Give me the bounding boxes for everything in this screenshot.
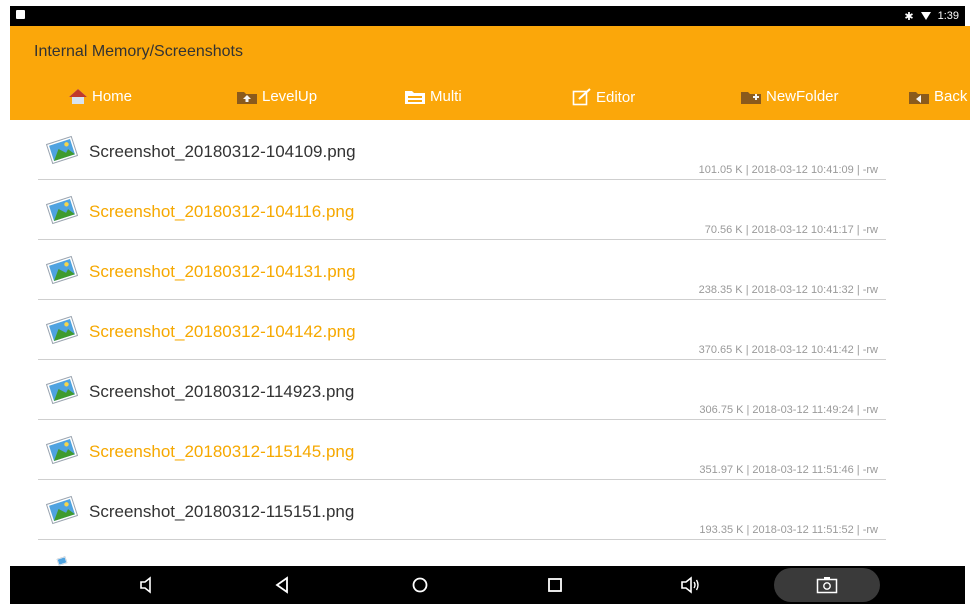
- editor-button[interactable]: Editor: [572, 88, 635, 106]
- levelup-button[interactable]: LevelUp: [236, 88, 317, 105]
- file-row[interactable]: Screenshot_20180312-115145.png 351.97 K …: [38, 420, 886, 480]
- volume-down-icon: [140, 576, 151, 594]
- file-meta: 193.35 K | 2018-03-12 11:51:52 | -rw: [699, 524, 878, 536]
- home-nav-button[interactable]: [410, 575, 430, 595]
- levelup-label: LevelUp: [262, 88, 318, 105]
- image-file-icon: [46, 255, 78, 285]
- file-meta: 370.65 K | 2018-03-12 10:41:42 | -rw: [698, 344, 878, 356]
- screenshot-icon: [816, 577, 838, 594]
- file-name: Screenshot_20180312-104116.png: [89, 202, 355, 221]
- back-icon: [275, 576, 288, 594]
- file-meta: 351.97 K | 2018-03-12 11:51:46 | -rw: [699, 464, 878, 476]
- app-header: Internal Memory/Screenshots Home LevelUp…: [10, 26, 970, 120]
- home-button[interactable]: Home: [68, 88, 132, 105]
- home-label: Home: [92, 88, 133, 105]
- back-nav-button[interactable]: [272, 575, 292, 595]
- image-file-icon: [46, 375, 78, 405]
- file-list: Screenshot_20180312-104109.png 101.05 K …: [38, 120, 886, 566]
- volume-up-button[interactable]: [680, 575, 700, 595]
- clock: 1:39: [937, 10, 959, 22]
- file-name: Screenshot_20180312-115145.png: [89, 442, 355, 461]
- file-name: Screenshot_20180312-104131.png: [89, 262, 356, 281]
- status-indicators: ✱ 1:39: [904, 10, 959, 23]
- navigation-bar: [10, 566, 965, 604]
- image-notification-icon: [16, 10, 25, 19]
- image-file-icon: [46, 495, 78, 525]
- image-file-icon: [46, 135, 78, 165]
- file-meta: 306.75 K | 2018-03-12 11:49:24 | -rw: [699, 404, 878, 416]
- home-circle-icon: [412, 577, 428, 593]
- status-bar: ✱ 1:39: [10, 6, 965, 26]
- toolbar: Home LevelUp Multi Editor NewFolder Back: [10, 88, 970, 112]
- file-row-partial[interactable]: [38, 540, 886, 566]
- multi-select-icon: [405, 90, 425, 104]
- image-file-icon: [46, 195, 78, 225]
- image-file-icon: [56, 556, 68, 566]
- volume-down-button[interactable]: [138, 575, 158, 595]
- file-meta: 70.56 K | 2018-03-12 10:41:17 | -rw: [704, 224, 878, 236]
- folder-up-icon: [237, 91, 257, 104]
- editor-label: Editor: [596, 88, 636, 106]
- new-folder-icon: [741, 91, 761, 104]
- recents-nav-button[interactable]: [545, 575, 565, 595]
- file-row[interactable]: Screenshot_20180312-104109.png 101.05 K …: [38, 120, 886, 180]
- file-meta: 101.05 K | 2018-03-12 10:41:09 | -rw: [698, 164, 878, 176]
- folder-back-icon: [909, 91, 929, 104]
- bluetooth-icon: ✱: [904, 10, 914, 23]
- volume-up-icon: [681, 576, 699, 594]
- file-row[interactable]: Screenshot_20180312-104131.png 238.35 K …: [38, 240, 886, 300]
- edit-icon: [572, 88, 591, 106]
- newfolder-label: NewFolder: [766, 88, 839, 105]
- file-name: Screenshot_20180312-115151.png: [89, 502, 355, 521]
- image-file-icon: [46, 315, 78, 345]
- newfolder-button[interactable]: NewFolder: [740, 88, 839, 105]
- file-name: Screenshot_20180312-114923.png: [89, 382, 355, 401]
- screenshot-button[interactable]: [774, 568, 880, 602]
- multi-label: Multi: [430, 88, 462, 105]
- recents-icon: [548, 578, 562, 592]
- notification-area: [16, 10, 25, 22]
- multi-button[interactable]: Multi: [404, 88, 462, 105]
- home-icon: [69, 89, 87, 104]
- back-label: Back: [934, 88, 968, 105]
- file-row[interactable]: Screenshot_20180312-104116.png 70.56 K |…: [38, 180, 886, 240]
- current-path: Internal Memory/Screenshots: [34, 43, 243, 60]
- file-row[interactable]: Screenshot_20180312-104142.png 370.65 K …: [38, 300, 886, 360]
- image-file-icon: [46, 435, 78, 465]
- wifi-icon: [920, 12, 931, 20]
- file-row[interactable]: Screenshot_20180312-114923.png 306.75 K …: [38, 360, 886, 420]
- file-row[interactable]: Screenshot_20180312-115151.png 193.35 K …: [38, 480, 886, 540]
- file-name: Screenshot_20180312-104109.png: [89, 142, 356, 161]
- back-button[interactable]: Back: [908, 88, 967, 105]
- file-meta: 238.35 K | 2018-03-12 10:41:32 | -rw: [698, 284, 878, 296]
- file-name: Screenshot_20180312-104142.png: [89, 322, 356, 341]
